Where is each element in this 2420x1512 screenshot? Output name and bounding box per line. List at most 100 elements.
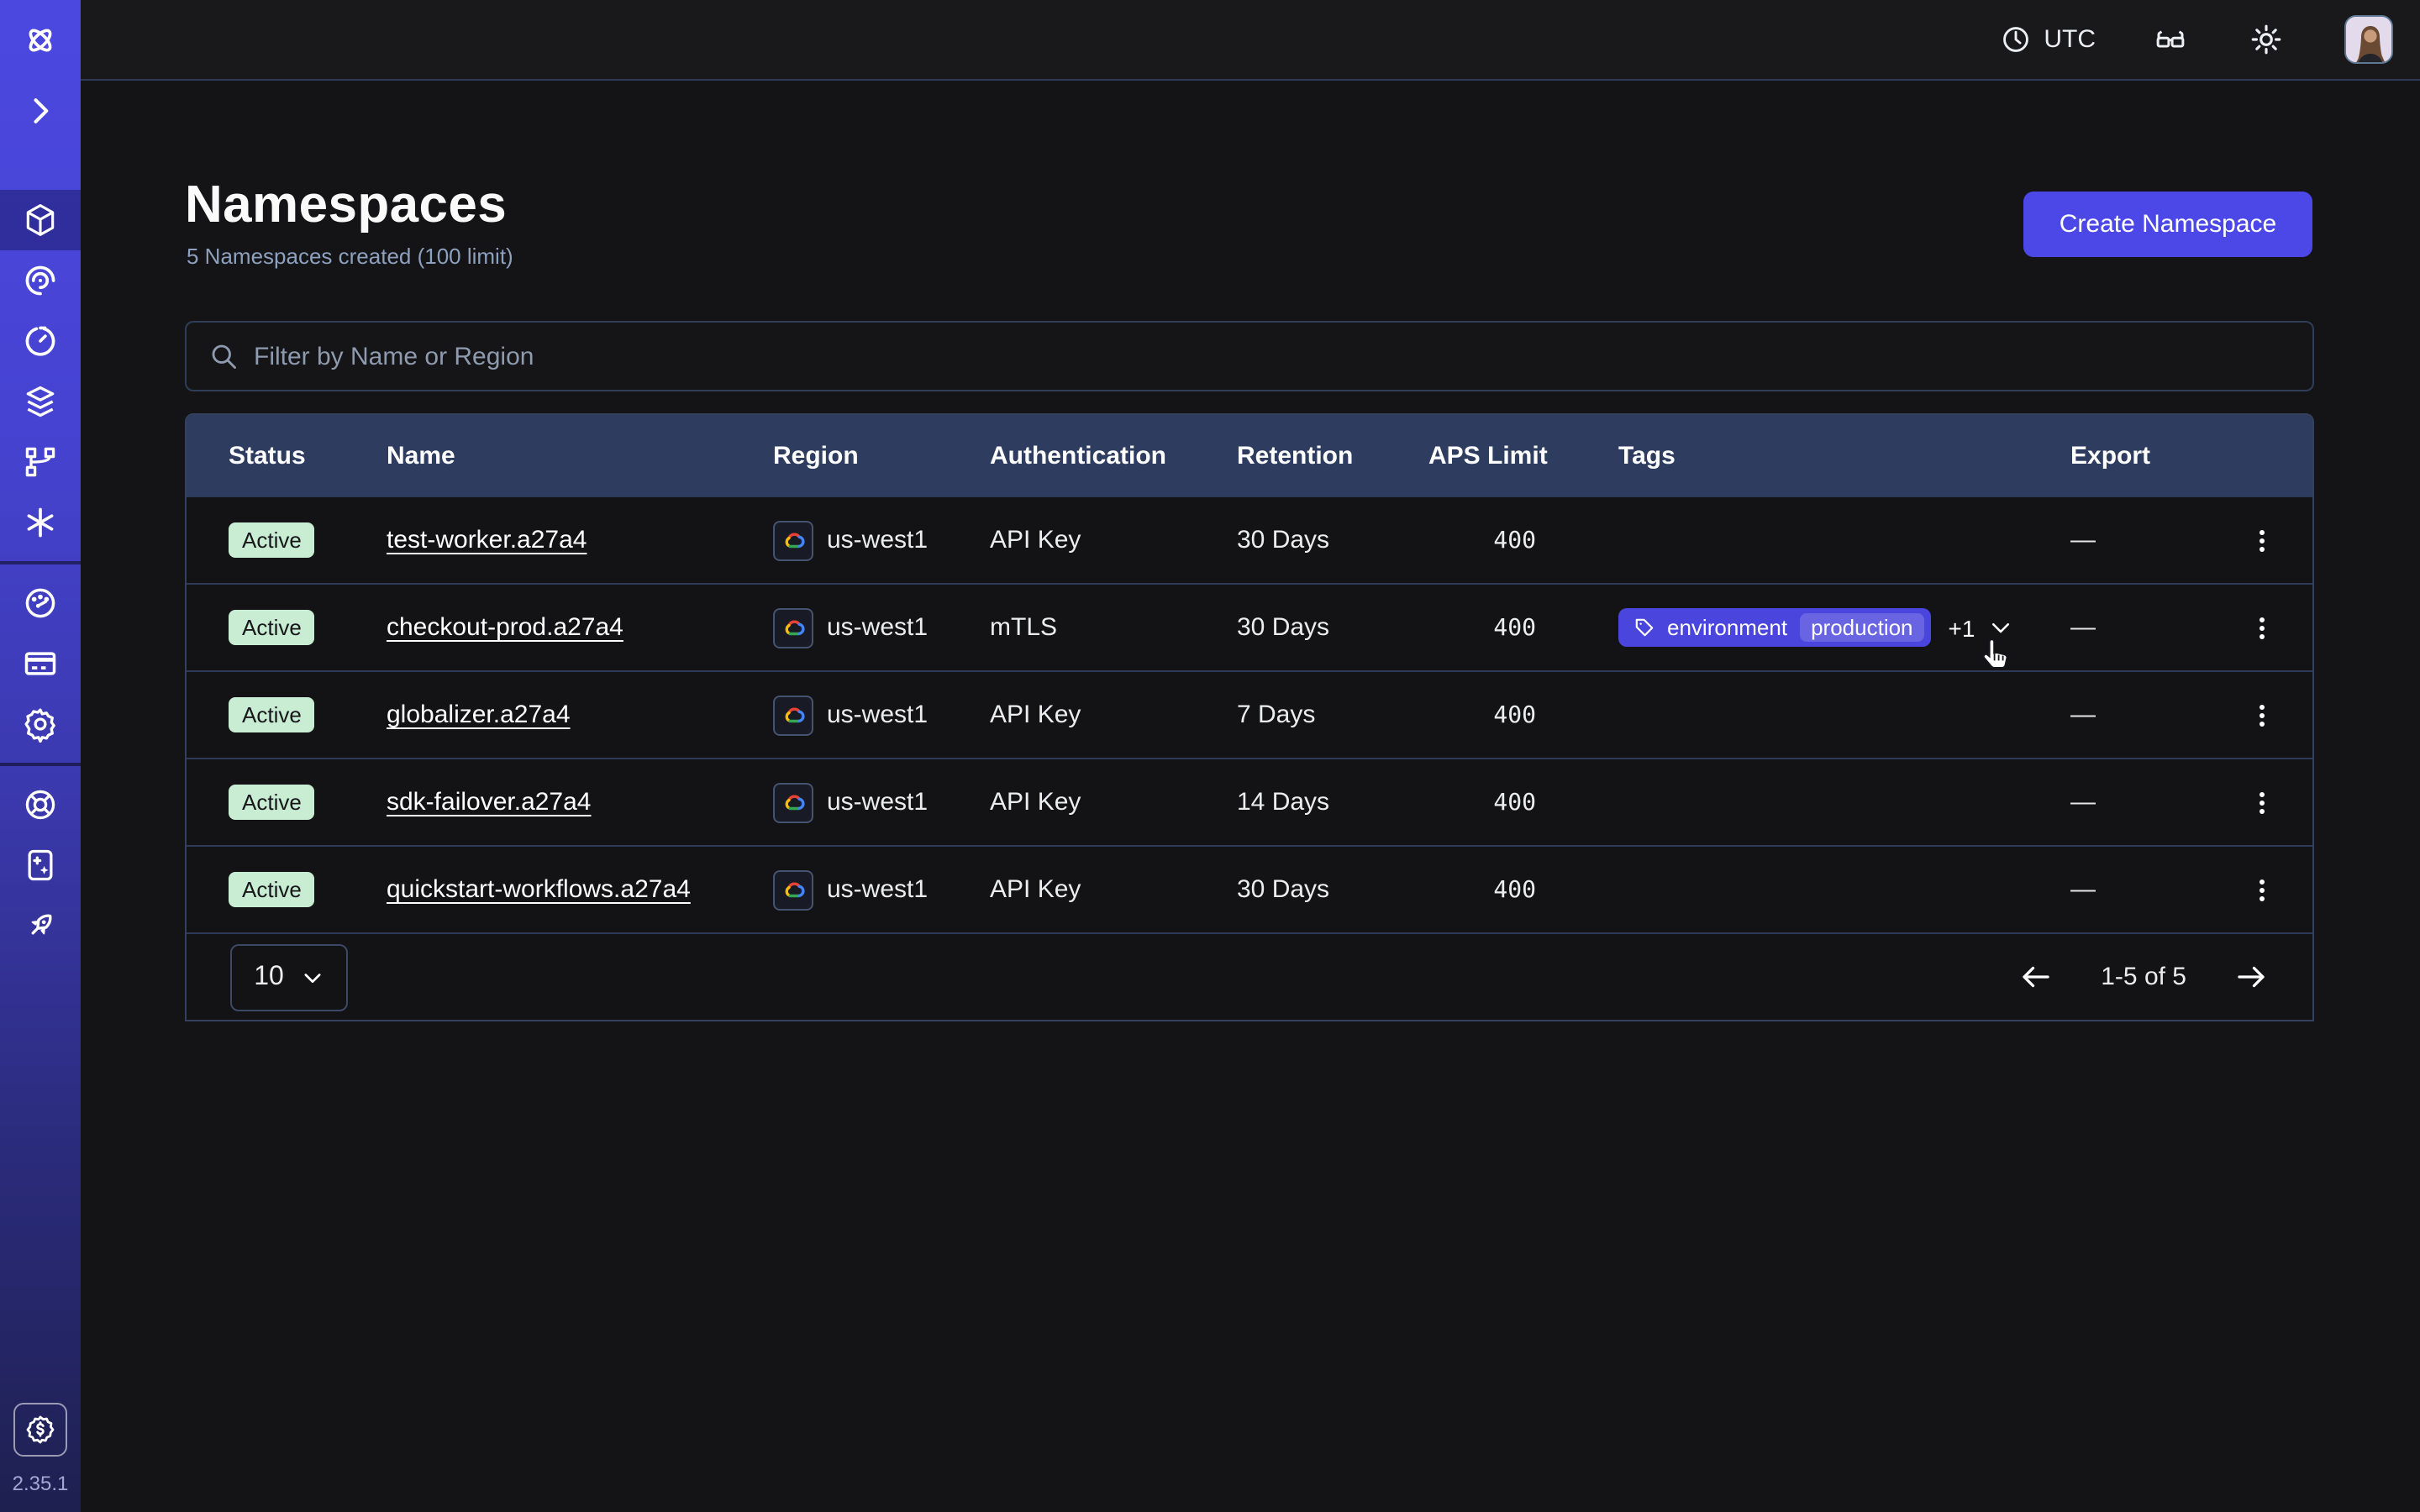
- table-row: Active sdk-failover.a27a4 us-west1 API K…: [187, 758, 2312, 845]
- timezone-label: UTC: [2044, 25, 2096, 54]
- auth-cell: API Key: [990, 526, 1237, 554]
- nav-credit-card-icon[interactable]: [0, 633, 81, 694]
- namespace-link[interactable]: sdk-failover.a27a4: [387, 788, 592, 816]
- sidebar-divider: [0, 763, 81, 766]
- tags-more-toggle[interactable]: +1: [1949, 614, 2014, 641]
- chevron-down-icon: [301, 965, 324, 989]
- export-cell: —: [2070, 526, 2238, 554]
- nav-getting-started-tablet-icon[interactable]: [0, 835, 81, 895]
- nav-asterisk-icon[interactable]: [0, 492, 81, 553]
- filter-input[interactable]: [254, 342, 2291, 370]
- col-status: Status: [229, 441, 387, 470]
- table-header-row: Status Name Region Authentication Retent…: [187, 415, 2312, 496]
- nav-layers-icon[interactable]: [0, 371, 81, 432]
- tags-cell: environment production +1: [1618, 608, 2070, 647]
- export-cell: —: [2070, 875, 2238, 904]
- col-tags: Tags: [1618, 441, 2070, 470]
- export-cell: —: [2070, 701, 2238, 729]
- aps-limit-cell: 400: [1428, 789, 1536, 816]
- status-badge: Active: [229, 522, 315, 558]
- aps-limit-cell: 400: [1428, 701, 1536, 728]
- table-row: Active globalizer.a27a4 us-west1 API Key…: [187, 670, 2312, 758]
- create-namespace-button[interactable]: Create Namespace: [2023, 192, 2312, 257]
- previous-page-arrow-icon[interactable]: [2018, 959, 2054, 995]
- nav-support-lifebuoy-icon[interactable]: [0, 774, 81, 835]
- col-aps-limit: APS Limit: [1428, 441, 1618, 470]
- sidebar-divider: [0, 561, 81, 564]
- aps-limit-cell: 400: [1428, 614, 1536, 641]
- table-row: Active quickstart-workflows.a27a4 us-wes…: [187, 845, 2312, 932]
- namespace-link[interactable]: test-worker.a27a4: [387, 526, 587, 554]
- row-menu-kebab-icon[interactable]: [2238, 604, 2286, 651]
- table-row: Active checkout-prod.a27a4 us-west1 mTLS…: [187, 583, 2312, 670]
- status-badge: Active: [229, 785, 315, 820]
- gcp-cloud-icon: [773, 520, 813, 560]
- page-subtitle: 5 Namespaces created (100 limit): [187, 244, 513, 269]
- table-row: Active test-worker.a27a4 us-west1 API Ke…: [187, 496, 2312, 583]
- page-size-value: 10: [254, 962, 284, 992]
- retention-cell: 30 Days: [1237, 875, 1428, 904]
- nav-quickstart-rocket-icon[interactable]: [0, 895, 81, 956]
- search-icon: [208, 341, 239, 371]
- export-cell: —: [2070, 788, 2238, 816]
- row-menu-kebab-icon[interactable]: [2238, 517, 2286, 564]
- col-region: Region: [773, 441, 990, 470]
- col-name: Name: [387, 441, 773, 470]
- nav-namespaces-cube-icon[interactable]: [0, 190, 81, 250]
- tag-chip[interactable]: environment production: [1618, 608, 1932, 647]
- temporal-logo-icon[interactable]: [0, 10, 81, 71]
- nav-timer-icon[interactable]: [0, 311, 81, 371]
- nav-spiral-icon[interactable]: [0, 250, 81, 311]
- topbar: UTC: [81, 0, 2420, 81]
- region-label: us-west1: [827, 788, 928, 816]
- tag-key: environment: [1667, 615, 1787, 640]
- auth-cell: API Key: [990, 875, 1237, 904]
- auth-cell: mTLS: [990, 613, 1237, 642]
- retention-cell: 7 Days: [1237, 701, 1428, 729]
- expand-sidebar-chevron-icon[interactable]: [0, 81, 81, 141]
- pagination-bar: 10 1-5 of 5: [187, 932, 2312, 1020]
- status-badge: Active: [229, 610, 315, 645]
- theme-toggle-sun-icon[interactable]: [2249, 22, 2284, 57]
- pagination-range: 1-5 of 5: [2101, 963, 2186, 991]
- namespace-link[interactable]: checkout-prod.a27a4: [387, 613, 623, 642]
- namespaces-table: Status Name Region Authentication Retent…: [185, 413, 2314, 1021]
- status-badge: Active: [229, 872, 315, 907]
- page-title: Namespaces: [185, 175, 507, 235]
- gcp-cloud-icon: [773, 695, 813, 735]
- glasses-icon[interactable]: [2153, 22, 2188, 57]
- sidebar: 2.35.1: [0, 0, 81, 1512]
- region-label: us-west1: [827, 701, 928, 729]
- chevron-down-icon: [1988, 615, 2013, 640]
- page-size-select[interactable]: 10: [230, 943, 348, 1011]
- gcp-cloud-icon: [773, 869, 813, 910]
- col-authentication: Authentication: [990, 441, 1237, 470]
- export-cell: —: [2070, 613, 2238, 642]
- col-export: Export: [2070, 441, 2238, 470]
- tags-more-count: +1: [1949, 614, 1975, 641]
- retention-cell: 14 Days: [1237, 788, 1428, 816]
- auth-cell: API Key: [990, 788, 1237, 816]
- next-page-arrow-icon[interactable]: [2233, 959, 2269, 995]
- retention-cell: 30 Days: [1237, 526, 1428, 554]
- namespace-link[interactable]: globalizer.a27a4: [387, 701, 571, 729]
- usage-seal-dollar-icon[interactable]: [13, 1403, 67, 1457]
- row-menu-kebab-icon[interactable]: [2238, 691, 2286, 738]
- namespace-link[interactable]: quickstart-workflows.a27a4: [387, 875, 691, 904]
- row-menu-kebab-icon[interactable]: [2238, 866, 2286, 913]
- aps-limit-cell: 400: [1428, 527, 1536, 554]
- gcp-cloud-icon: [773, 782, 813, 822]
- nav-settings-gear-icon[interactable]: [0, 694, 81, 754]
- tag-value: production: [1799, 613, 1924, 642]
- region-label: us-west1: [827, 613, 928, 642]
- gcp-cloud-icon: [773, 607, 813, 648]
- nav-gauge-icon[interactable]: [0, 573, 81, 633]
- row-menu-kebab-icon[interactable]: [2238, 779, 2286, 826]
- user-avatar[interactable]: [2344, 15, 2393, 64]
- region-label: us-west1: [827, 526, 928, 554]
- clock-icon: [2000, 24, 2032, 55]
- aps-limit-cell: 400: [1428, 876, 1536, 903]
- timezone-selector[interactable]: UTC: [2000, 24, 2096, 55]
- region-label: us-west1: [827, 875, 928, 904]
- nav-branch-icon[interactable]: [0, 432, 81, 492]
